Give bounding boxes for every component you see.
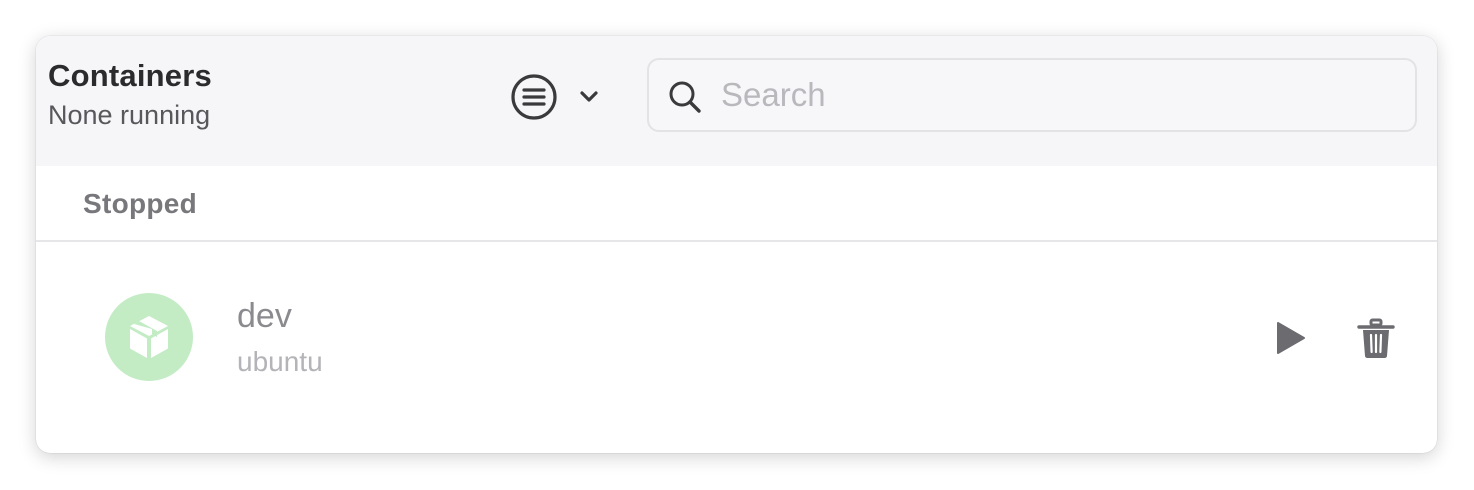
title-block: Containers None running — [48, 58, 212, 132]
toolbar: Containers None running — [36, 36, 1437, 166]
trash-icon — [1357, 318, 1395, 358]
section-header-stopped: Stopped — [36, 166, 1437, 242]
search-field[interactable] — [647, 58, 1417, 132]
section-label: Stopped — [83, 188, 198, 219]
delete-button[interactable] — [1356, 318, 1396, 360]
chevron-down-icon — [580, 91, 598, 102]
containers-window: Containers None running Stopped — [36, 36, 1437, 453]
list-circle-icon — [511, 74, 557, 120]
page-title: Containers — [48, 58, 212, 93]
container-row[interactable]: dev ubuntu — [36, 242, 1437, 432]
search-icon — [669, 81, 701, 113]
view-options-menu-button[interactable] — [510, 73, 610, 121]
container-name: dev — [237, 297, 292, 335]
container-avatar — [105, 293, 193, 381]
play-icon — [1277, 322, 1305, 354]
running-status: None running — [48, 100, 211, 130]
container-image: ubuntu — [237, 346, 323, 377]
search-input[interactable] — [721, 70, 1381, 120]
package-icon — [130, 316, 168, 358]
start-button[interactable] — [1272, 320, 1308, 356]
